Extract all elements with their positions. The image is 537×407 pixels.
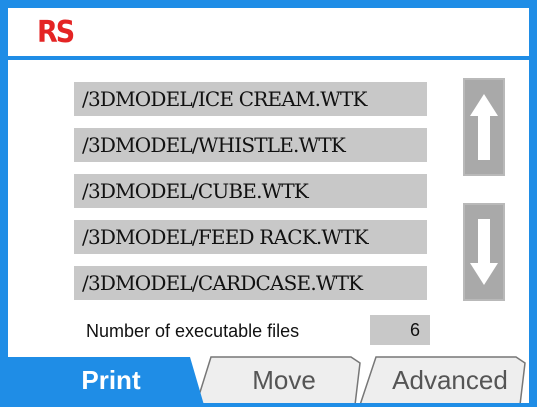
file-row-ice-cream[interactable]: /3DMODEL/ICE CREAM.WTK xyxy=(74,82,427,116)
tab-advanced[interactable]: Advanced xyxy=(370,360,529,400)
tab-bar-underline xyxy=(8,403,529,407)
scroll-down-button[interactable] xyxy=(463,203,505,301)
executable-count-label: Number of executable files xyxy=(86,321,300,341)
header-bar: RS xyxy=(8,8,529,60)
file-row-whistle[interactable]: /3DMODEL/WHISTLE.WTK xyxy=(74,128,427,162)
executable-count-value: 6 xyxy=(370,315,430,345)
file-list: /3DMODEL/ICE CREAM.WTK /3DMODEL/WHISTLE.… xyxy=(74,82,427,312)
printer-screen: RS /3DMODEL/ICE CREAM.WTK /3DMODEL/WHIST… xyxy=(0,0,537,407)
arrow-up-icon xyxy=(470,94,498,160)
tab-move[interactable]: Move xyxy=(204,360,364,400)
file-row-cardcase[interactable]: /3DMODEL/CARDCASE.WTK xyxy=(74,266,427,300)
file-row-feed-rack[interactable]: /3DMODEL/FEED RACK.WTK xyxy=(74,220,427,254)
rs-logo: RS xyxy=(34,16,77,50)
scroll-up-button[interactable] xyxy=(463,78,505,176)
arrow-down-icon xyxy=(470,219,498,285)
tab-print[interactable]: Print xyxy=(36,360,186,400)
file-row-cube[interactable]: /3DMODEL/CUBE.WTK xyxy=(74,174,427,208)
tab-bar: Print Move Advanced xyxy=(8,353,529,407)
